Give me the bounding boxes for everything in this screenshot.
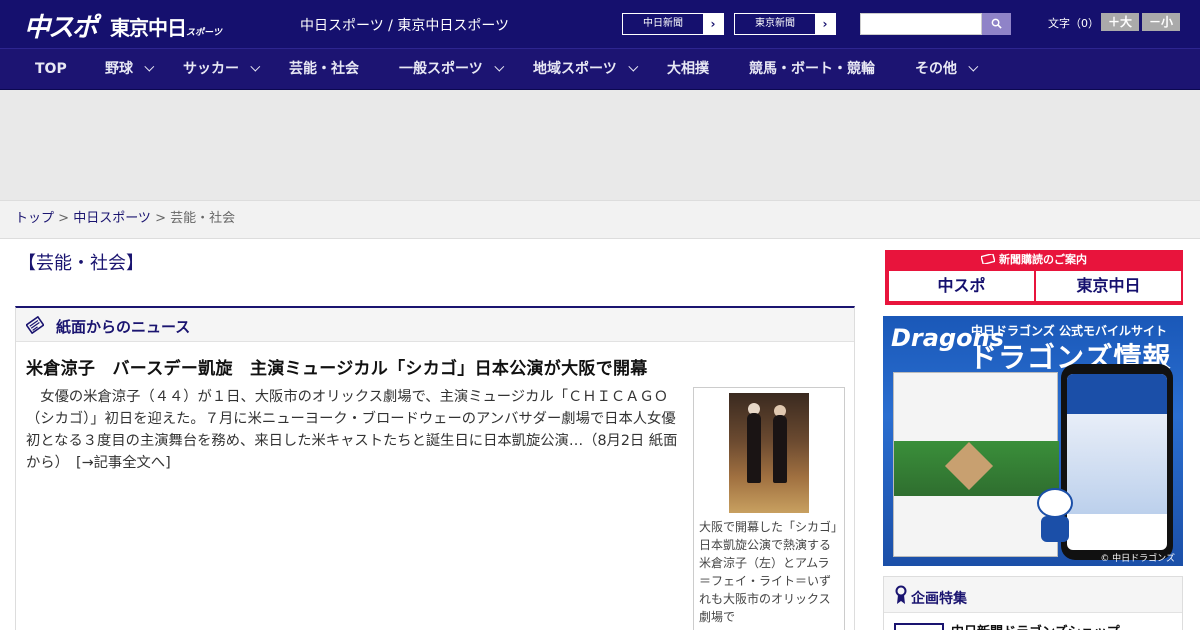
main-nav: TOP 野球 サッカー 芸能・社会 一般スポーツ 地域スポーツ 大相撲 競馬・ボ… bbox=[0, 48, 1200, 90]
subscription-title: 新聞購読のご案内 bbox=[885, 251, 1183, 267]
news-box-header: 紙面からのニュース bbox=[16, 308, 854, 342]
search-icon bbox=[991, 18, 1002, 29]
nav-item-local-sports[interactable]: 地域スポーツ bbox=[533, 49, 639, 89]
nav-item-label: 芸能・社会 bbox=[289, 61, 359, 77]
nav-item-label: TOP bbox=[35, 61, 67, 77]
nav-item-general-sports[interactable]: 一般スポーツ bbox=[399, 49, 505, 89]
nav-item-label: 大相撲 bbox=[667, 61, 709, 77]
dragons-shop-thumbnail[interactable] bbox=[894, 623, 944, 630]
news-box-title: 紙面からのニュース bbox=[56, 318, 191, 336]
nav-item-label: その他 bbox=[915, 61, 957, 77]
page-title: 【芸能・社会】 bbox=[18, 253, 144, 274]
chunichi-shimbun-link[interactable]: 中日新聞 › bbox=[622, 13, 724, 35]
chuspo-subscribe-logo[interactable]: 中スポ bbox=[889, 271, 1034, 301]
chuspo-logo[interactable]: 中スポ bbox=[24, 7, 98, 44]
chevron-down-icon bbox=[250, 61, 261, 72]
nav-item-entertainment[interactable]: 芸能・社会 bbox=[289, 49, 359, 89]
breadcrumb-current: 芸能・社会 bbox=[170, 211, 236, 226]
photo-caption: 大阪で開幕した「シカゴ」日本凱旋公演で熱演する米倉涼子（左）とアムラ＝フェイ・ラ… bbox=[699, 520, 838, 624]
nav-item-sumo[interactable]: 大相撲 bbox=[667, 49, 709, 89]
subscription-banner[interactable]: 新聞購読のご案内 中スポ 東京中日 bbox=[885, 250, 1183, 305]
nav-item-racing[interactable]: 競馬・ボート・競輪 bbox=[749, 49, 875, 89]
article-summary: 女優の米倉涼子（４４）が１日、大阪市のオリックス劇場で、主演ミュージカル「ＣＨＩ… bbox=[26, 386, 688, 474]
site-tagline: 中日スポーツ / 東京中日スポーツ bbox=[300, 18, 510, 34]
special-features-box: 企画特集 中日新聞ドラゴンズショップ bbox=[883, 576, 1183, 630]
chevron-right-icon: › bbox=[703, 14, 723, 34]
phone-screen-header bbox=[1067, 374, 1167, 414]
newspaper-icon bbox=[980, 252, 996, 266]
read-more-link[interactable]: [→記事全文へ] bbox=[76, 455, 171, 471]
photo-figure-body bbox=[747, 413, 761, 483]
news-box: 紙面からのニュース 米倉涼子 バースデー凱旋 主演ミュージカル「シカゴ」日本公演… bbox=[15, 306, 855, 630]
article-headline[interactable]: 米倉涼子 バースデー凱旋 主演ミュージカル「シカゴ」日本公演が大阪で開幕 bbox=[26, 354, 648, 379]
diamond-shape bbox=[944, 441, 994, 491]
subscription-title-text: 新聞購読のご案内 bbox=[999, 253, 1087, 266]
mascot-body bbox=[1041, 516, 1069, 542]
breadcrumb-separator: > bbox=[150, 211, 171, 226]
nav-item-label: 野球 bbox=[105, 61, 133, 77]
ribbon-icon bbox=[895, 585, 907, 604]
special-features-title: 企画特集 bbox=[911, 591, 967, 607]
site-header: 中スポ 東京中日スポーツ 中日スポーツ / 東京中日スポーツ 中日新聞 › 東京… bbox=[0, 0, 1200, 48]
tokyo-logo-small: スポーツ bbox=[186, 28, 222, 38]
font-size-larger-button[interactable]: ＋大 bbox=[1101, 13, 1139, 31]
nav-item-soccer[interactable]: サッカー bbox=[183, 49, 261, 89]
search-input[interactable] bbox=[860, 13, 982, 35]
breadcrumb-separator: > bbox=[54, 211, 74, 226]
newspaper-icon bbox=[26, 316, 44, 334]
mascot-illustration bbox=[1031, 488, 1079, 544]
phone-screen-team bbox=[1067, 414, 1167, 514]
nav-item-label: サッカー bbox=[183, 61, 239, 77]
font-size-label: 文字（0） bbox=[1048, 17, 1099, 30]
chevron-down-icon bbox=[144, 61, 155, 72]
nav-item-label: 競馬・ボート・競輪 bbox=[749, 61, 875, 77]
special-features-header: 企画特集 bbox=[884, 577, 1182, 613]
chevron-down-icon bbox=[968, 61, 979, 72]
article-photo-box: 大阪で開幕した「シカゴ」日本凱旋公演で熱演する米倉涼子（左）とアムラ＝フェイ・ラ… bbox=[693, 387, 845, 630]
breadcrumb: トップ > 中日スポーツ > 芸能・社会 bbox=[0, 200, 1200, 239]
search-button[interactable] bbox=[982, 13, 1011, 35]
mascot-head bbox=[1037, 488, 1073, 518]
breadcrumb-top-link[interactable]: トップ bbox=[15, 211, 54, 226]
article-photo[interactable] bbox=[729, 393, 809, 513]
tokyo-chunichi-subscribe-logo[interactable]: 東京中日 bbox=[1036, 271, 1181, 301]
font-size-smaller-button[interactable]: －小 bbox=[1142, 13, 1180, 31]
tokyo-shimbun-label: 東京新聞 bbox=[755, 18, 795, 29]
breadcrumb-chunichi-sports-link[interactable]: 中日スポーツ bbox=[73, 211, 151, 226]
nav-item-label: 一般スポーツ bbox=[399, 61, 483, 77]
chunichi-shimbun-label: 中日新聞 bbox=[643, 18, 683, 29]
chevron-down-icon bbox=[628, 61, 639, 72]
tokyo-logo-main: 東京中日 bbox=[110, 16, 187, 40]
phone-screen bbox=[1067, 374, 1167, 550]
dragons-shop-link[interactable]: 中日新聞ドラゴンズショップ bbox=[951, 621, 1120, 630]
photo-figure-body bbox=[773, 415, 787, 483]
nav-item-label: 地域スポーツ bbox=[533, 61, 617, 77]
dragons-mobile-banner[interactable]: Dragons 中日ドラゴンズ 公式モバイルサイト ドラゴンズ情報 © 中日ドラ… bbox=[883, 316, 1183, 566]
nav-item-baseball[interactable]: 野球 bbox=[105, 49, 155, 89]
tokyo-chunichi-logo[interactable]: 東京中日スポーツ bbox=[110, 12, 222, 41]
chevron-right-icon: › bbox=[815, 14, 835, 34]
ad-banner-area bbox=[0, 90, 1200, 200]
nav-item-top[interactable]: TOP bbox=[35, 49, 67, 89]
nav-item-other[interactable]: その他 bbox=[915, 49, 979, 89]
chevron-down-icon bbox=[494, 61, 505, 72]
tokyo-shimbun-link[interactable]: 東京新聞 › bbox=[734, 13, 836, 35]
dragons-copyright: © 中日ドラゴンズ bbox=[1100, 554, 1175, 564]
